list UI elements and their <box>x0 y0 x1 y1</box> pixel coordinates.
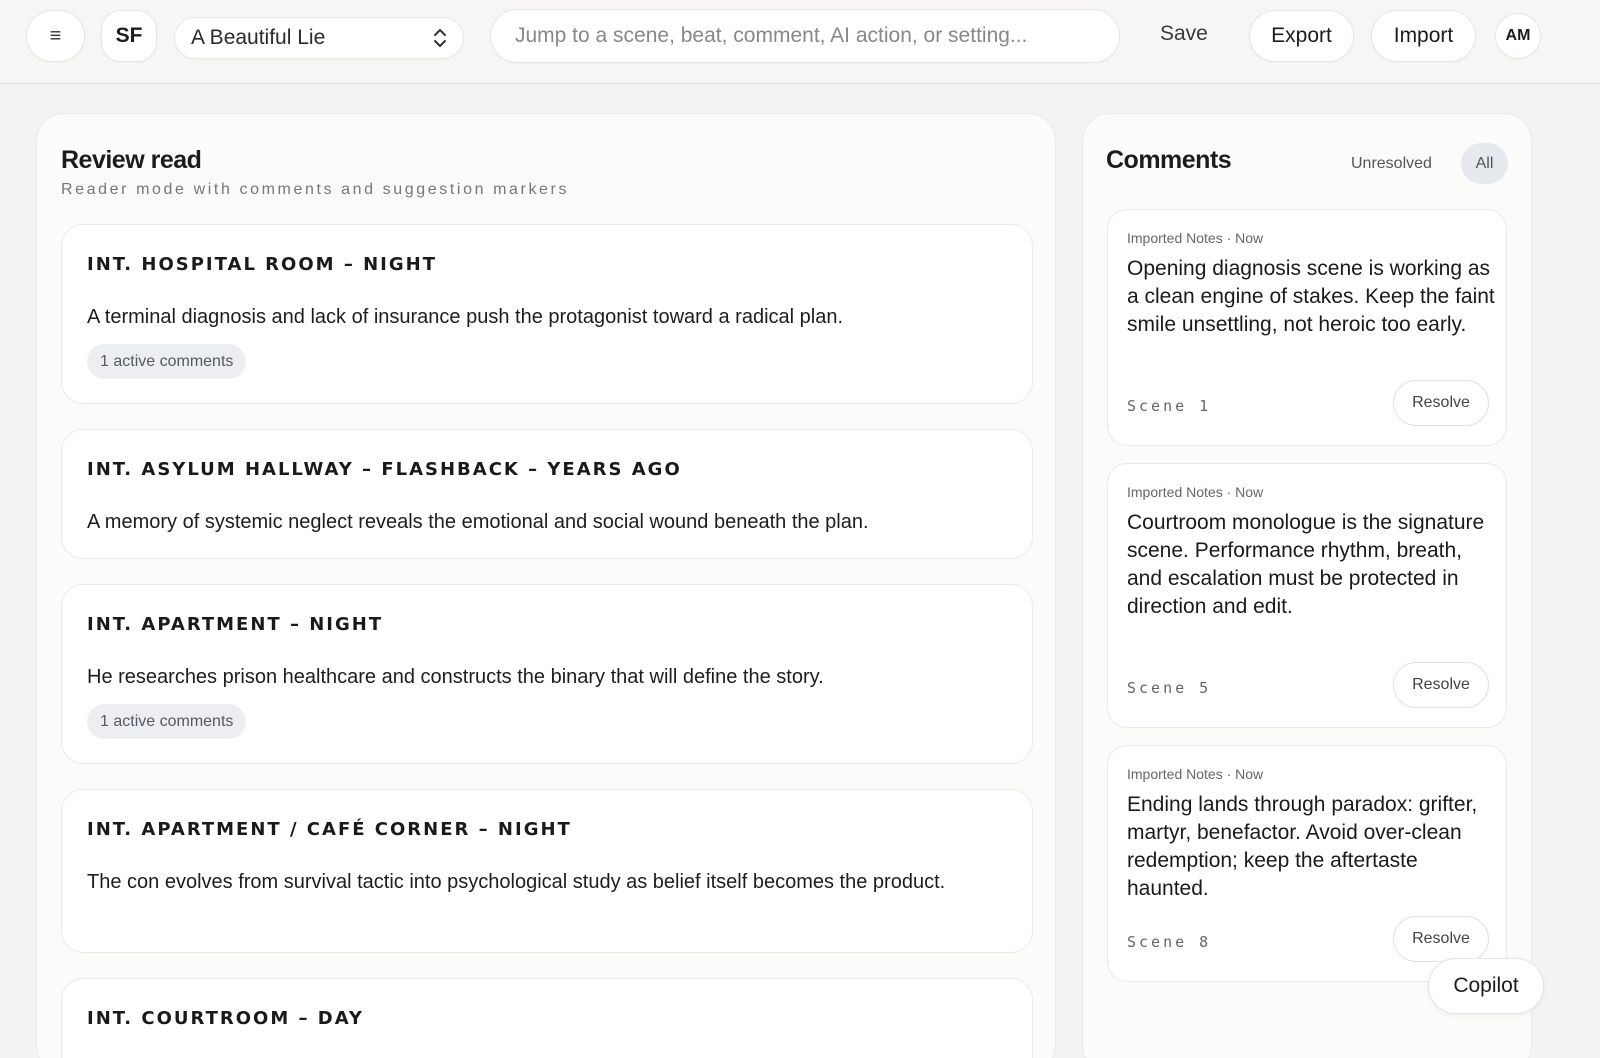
scene-summary: He researches prison healthcare and cons… <box>87 666 824 688</box>
scene-card[interactable]: INT. APARTMENT / CAFÉ CORNER – NIGHT The… <box>61 789 1033 953</box>
scene-heading: INT. ASYLUM HALLWAY – FLASHBACK – YEARS … <box>87 459 682 480</box>
scene-card[interactable]: INT. ASYLUM HALLWAY – FLASHBACK – YEARS … <box>61 429 1033 559</box>
comment-card: Imported Notes · Now Courtroom monologue… <box>1107 463 1507 728</box>
scene-summary: A memory of systemic neglect reveals the… <box>87 511 869 533</box>
comment-scene-link[interactable]: Scene 5 <box>1127 679 1211 697</box>
project-name: A Beautiful Lie <box>191 26 326 49</box>
scene-heading: INT. HOSPITAL ROOM – NIGHT <box>87 254 437 275</box>
comment-meta: Imported Notes · Now <box>1127 484 1264 500</box>
project-select[interactable]: A Beautiful Lie <box>174 17 464 59</box>
review-panel: Review read Reader mode with comments an… <box>36 113 1056 1058</box>
scene-card[interactable]: INT. APARTMENT – NIGHT He researches pri… <box>61 584 1033 764</box>
comment-count-badge[interactable]: 1 active comments <box>87 704 247 739</box>
comment-meta: Imported Notes · Now <box>1127 230 1264 246</box>
comment-body: Opening diagnosis scene is working as a … <box>1127 257 1495 336</box>
scene-heading: INT. APARTMENT / CAFÉ CORNER – NIGHT <box>87 819 572 840</box>
page-title: Review read <box>61 146 202 174</box>
comment-card: Imported Notes · Now Opening diagnosis s… <box>1107 209 1507 446</box>
import-button[interactable]: Import <box>1371 10 1476 62</box>
comment-card: Imported Notes · Now Ending lands throug… <box>1107 745 1507 982</box>
page-subtitle: Reader mode with comments and suggestion… <box>61 181 570 198</box>
comments-panel: Comments Unresolved All Imported Notes ·… <box>1082 113 1532 1058</box>
resolve-button[interactable]: Resolve <box>1393 916 1489 962</box>
scene-summary: The con evolves from survival tactic int… <box>87 871 946 893</box>
comment-scene-link[interactable]: Scene 8 <box>1127 933 1211 951</box>
comment-body: Ending lands through paradox: grifter, m… <box>1127 793 1478 900</box>
filter-all-tab[interactable]: All <box>1461 143 1508 184</box>
chevron-up-down-icon <box>433 27 447 50</box>
filter-unresolved-tab[interactable]: Unresolved <box>1351 155 1432 173</box>
search-input[interactable]: Jump to a scene, beat, comment, AI actio… <box>490 9 1120 63</box>
resolve-button[interactable]: Resolve <box>1393 662 1489 708</box>
comment-count-badge[interactable]: 1 active comments <box>87 344 247 379</box>
scene-heading: INT. APARTMENT – NIGHT <box>87 614 384 635</box>
comments-title: Comments <box>1106 146 1232 174</box>
save-button[interactable]: Save <box>1160 22 1208 46</box>
menu-button[interactable]: ≡ <box>26 10 85 62</box>
comment-scene-link[interactable]: Scene 1 <box>1127 397 1211 415</box>
resolve-button[interactable]: Resolve <box>1393 380 1489 426</box>
avatar[interactable]: AM <box>1495 13 1541 59</box>
copilot-button[interactable]: Copilot <box>1428 958 1544 1014</box>
export-button[interactable]: Export <box>1249 10 1354 62</box>
scene-summary: A terminal diagnosis and lack of insuran… <box>87 306 844 328</box>
scene-card[interactable]: INT. COURTROOM – DAY <box>61 978 1033 1058</box>
scene-card[interactable]: INT. HOSPITAL ROOM – NIGHT A terminal di… <box>61 224 1033 404</box>
comment-body: Courtroom monologue is the signature sce… <box>1127 511 1485 618</box>
scene-heading: INT. COURTROOM – DAY <box>87 1008 364 1029</box>
logo[interactable]: SF <box>101 10 157 62</box>
top-bar: ≡ SF A Beautiful Lie Jump to a scene, be… <box>0 0 1600 84</box>
hamburger-icon: ≡ <box>49 24 62 47</box>
comment-meta: Imported Notes · Now <box>1127 766 1264 782</box>
